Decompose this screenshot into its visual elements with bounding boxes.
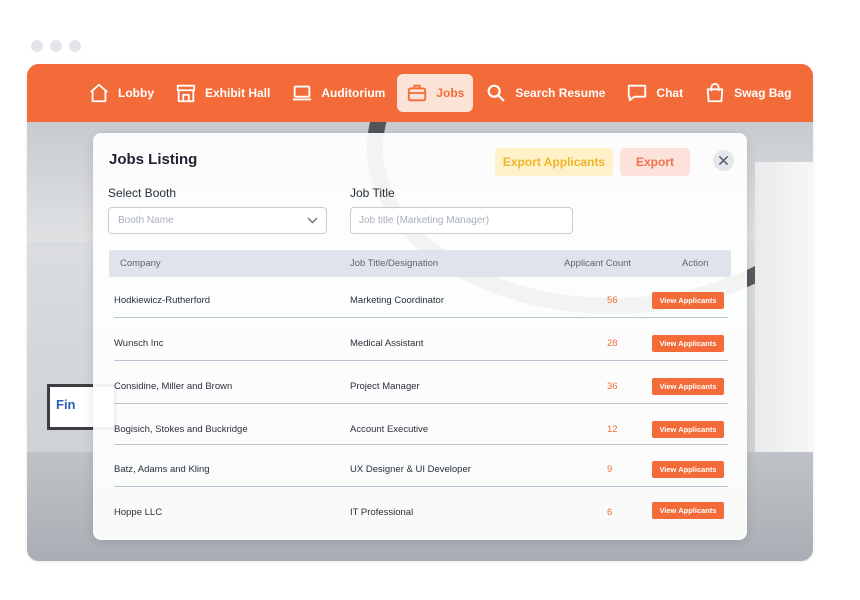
table-row: Hodkiewicz-Rutherford Marketing Coordina… — [109, 292, 731, 337]
company-cell: Batz, Adams and Kling — [114, 464, 210, 475]
window-dot — [31, 40, 43, 52]
table-row: Wunsch Inc Medical Assistant 28 View App… — [109, 335, 731, 380]
row-divider — [114, 317, 728, 318]
modal-title: Jobs Listing — [109, 151, 198, 168]
job-title-cell: Medical Assistant — [350, 338, 424, 349]
row-divider — [114, 444, 728, 445]
column-job-title: Job Title/Designation — [350, 258, 439, 269]
company-cell: Wunsch Inc — [114, 338, 164, 349]
briefcase-icon — [408, 84, 427, 102]
nav-search-resume[interactable]: Search Resume — [476, 74, 614, 112]
nav-jobs-label: Jobs — [436, 86, 465, 100]
screen-logo: Fin — [56, 397, 76, 412]
table-header: Company Job Title/Designation Applicant … — [109, 250, 731, 277]
job-title-cell: Account Executive — [350, 424, 429, 435]
company-cell: Hodkiewicz-Rutherford — [114, 295, 211, 306]
column-company: Company — [120, 258, 161, 269]
applicant-count-cell: 6 — [607, 507, 613, 518]
nav-swag-bag-label: Swag Bag — [734, 86, 792, 100]
top-nav: Lobby Exhibit Hall Auditorium Jobs Searc… — [27, 64, 813, 122]
booth-select[interactable]: Booth Name — [108, 207, 327, 234]
nav-exhibit-hall[interactable]: Exhibit Hall — [166, 74, 279, 112]
job-title-label: Job Title — [350, 186, 395, 200]
applicant-count-cell: 28 — [607, 338, 618, 349]
store-icon — [176, 84, 196, 103]
row-divider — [114, 486, 728, 487]
window-controls — [31, 40, 81, 52]
view-applicants-button[interactable]: View Applicants — [652, 421, 724, 438]
nav-jobs[interactable]: Jobs — [397, 74, 474, 112]
chat-icon — [628, 84, 647, 102]
column-action: Action — [682, 258, 709, 269]
view-applicants-button[interactable]: View Applicants — [652, 335, 724, 352]
window-dot — [50, 40, 62, 52]
row-divider — [114, 360, 728, 361]
company-cell: Hoppe LLC — [114, 507, 163, 518]
close-icon — [719, 156, 728, 165]
job-title-input[interactable] — [350, 207, 573, 234]
applicant-count-cell: 9 — [607, 464, 613, 475]
nav-lobby[interactable]: Lobby — [79, 74, 163, 112]
laptop-icon — [293, 85, 312, 101]
column-applicant-count: Applicant Count — [564, 258, 632, 269]
nav-chat[interactable]: Chat — [617, 74, 692, 112]
applicant-count-cell: 12 — [607, 424, 618, 435]
table-row: Bogisich, Stokes and Buckridge Account E… — [109, 421, 731, 466]
view-applicants-button[interactable]: View Applicants — [652, 292, 724, 309]
booth-select-placeholder: Booth Name — [118, 215, 174, 226]
window-dot — [69, 40, 81, 52]
job-title-cell: IT Professional — [350, 507, 414, 518]
nav-lobby-label: Lobby — [118, 86, 154, 100]
company-cell: Considine, Miller and Brown — [114, 381, 233, 392]
nav-chat-label: Chat — [656, 86, 684, 100]
export-button[interactable]: Export — [620, 148, 690, 176]
home-icon — [90, 83, 108, 103]
chevron-down-icon — [307, 217, 318, 224]
table-row: Hoppe LLC IT Professional 6 View Applica… — [109, 502, 731, 549]
applicant-count-cell: 36 — [607, 381, 618, 392]
nav-auditorium-label: Auditorium — [321, 86, 386, 100]
select-booth-label: Select Booth — [108, 186, 177, 200]
view-applicants-button[interactable]: View Applicants — [652, 461, 724, 478]
table-row: Batz, Adams and Kling UX Designer & UI D… — [109, 461, 731, 506]
row-divider — [114, 403, 728, 404]
jobs-listing-modal: Jobs Listing Export Applicants Export Se… — [93, 133, 747, 540]
bag-icon — [706, 82, 724, 103]
company-cell: Bogisich, Stokes and Buckridge — [114, 424, 248, 435]
nav-auditorium[interactable]: Auditorium — [282, 74, 394, 112]
nav-search-resume-label: Search Resume — [515, 86, 606, 100]
search-icon — [487, 84, 505, 102]
view-applicants-button[interactable]: View Applicants — [652, 502, 724, 519]
nav-swag-bag[interactable]: Swag Bag — [695, 74, 800, 112]
job-title-cell: UX Designer & UI Developer — [350, 464, 471, 475]
view-applicants-button[interactable]: View Applicants — [652, 378, 724, 395]
table-row: Considine, Miller and Brown Project Mana… — [109, 378, 731, 423]
nav-exhibit-hall-label: Exhibit Hall — [205, 86, 271, 100]
export-applicants-button[interactable]: Export Applicants — [495, 148, 613, 176]
job-title-cell: Project Manager — [350, 381, 420, 392]
applicant-count-cell: 56 — [607, 295, 618, 306]
close-button[interactable] — [713, 150, 734, 171]
job-title-cell: Marketing Coordinator — [350, 295, 444, 306]
